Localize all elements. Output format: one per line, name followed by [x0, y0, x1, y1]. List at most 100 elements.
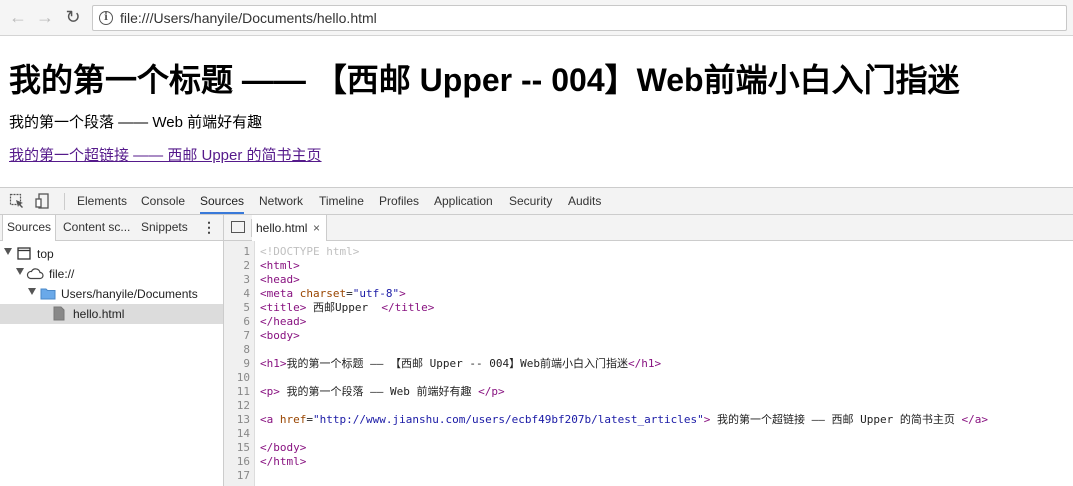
line-number: 16	[236, 455, 250, 468]
code-token: 我的第一个段落 —— Web 前端好有趣	[279, 385, 479, 398]
tree-item-file[interactable]: file://	[0, 264, 223, 284]
line-number: 2	[243, 259, 250, 272]
line-number: 6	[243, 315, 250, 328]
expand-triangle-icon[interactable]	[4, 248, 12, 255]
folder-icon	[40, 288, 56, 300]
tab-application[interactable]: Application	[434, 188, 493, 214]
code-token: </body>	[260, 441, 307, 454]
line-number: 3	[243, 273, 250, 286]
line-number: 17	[236, 469, 250, 482]
tree-item-folder[interactable]: Users/hanyile/Documents	[0, 284, 223, 304]
sources-navigator: Sources Content sc... Snippets ⋮ top fil…	[0, 215, 224, 486]
page-link[interactable]: 我的第一个超链接 —— 西邮 Upper 的简书主页	[9, 144, 322, 165]
code-line-16[interactable]: </html>	[260, 455, 306, 469]
devtools-tabbar: Elements Console Sources Network Timelin…	[0, 188, 1073, 215]
code-token: =	[306, 413, 313, 426]
tree-item-top[interactable]: top	[0, 244, 223, 264]
more-options-icon[interactable]: ⋮	[202, 219, 216, 237]
code-token: </title>	[381, 301, 435, 314]
browser-toolbar: ← → ↻ i file:///Users/hanyile/Documents/…	[0, 0, 1073, 36]
code-token: <h1>	[260, 357, 287, 370]
line-number: 10	[236, 371, 250, 384]
code-token: <html>	[260, 259, 300, 272]
cloud-icon	[26, 268, 44, 280]
code-token: <head>	[260, 273, 300, 286]
code-token: </p>	[478, 385, 505, 398]
url-text[interactable]: file:///Users/hanyile/Documents/hello.ht…	[120, 10, 377, 26]
code-token: "utf-8"	[352, 287, 400, 300]
editor-file-tab[interactable]: hello.html ×	[252, 215, 327, 241]
code-token: 西邮Upper	[306, 301, 382, 314]
tab-security[interactable]: Security	[509, 188, 552, 214]
code-token: </html>	[260, 455, 307, 468]
editor-file-tab-label: hello.html	[256, 221, 308, 235]
navigator-tabbar: Sources Content sc... Snippets ⋮	[0, 215, 223, 241]
code-line-5[interactable]: <title> 西邮Upper </title>	[260, 301, 434, 315]
tree-label-file: file://	[49, 267, 75, 281]
code-token: <p>	[260, 385, 280, 398]
device-toolbar-icon[interactable]	[35, 193, 51, 209]
tree-label-folder: Users/hanyile/Documents	[61, 287, 198, 301]
code-token: </a>	[961, 413, 988, 426]
frame-icon	[17, 247, 31, 260]
editor-tabbar: hello.html ×	[224, 215, 1073, 241]
info-icon[interactable]: i	[99, 11, 113, 25]
address-bar[interactable]: i file:///Users/hanyile/Documents/hello.…	[92, 5, 1067, 31]
code-token: charset	[293, 287, 347, 300]
code-line-6[interactable]: </head>	[260, 315, 306, 329]
code-line-3[interactable]: <head>	[260, 273, 300, 287]
inspect-icon[interactable]	[9, 193, 25, 209]
file-icon	[53, 306, 65, 321]
line-number: 1	[243, 245, 250, 258]
code-token: <!DOCTYPE html>	[260, 245, 360, 258]
tab-audits[interactable]: Audits	[568, 188, 601, 214]
navigator-tab-content-scripts[interactable]: Content sc...	[59, 215, 134, 240]
close-tab-icon[interactable]: ×	[313, 215, 320, 241]
navigator-tab-sources[interactable]: Sources	[2, 215, 57, 241]
tab-profiles[interactable]: Profiles	[379, 188, 419, 214]
line-number: 8	[243, 343, 250, 356]
code-token: 我的第一个超链接 —— 西邮 Upper 的简书主页	[710, 413, 962, 426]
forward-icon[interactable]: →	[34, 6, 56, 28]
code-line-1[interactable]: <!DOCTYPE html>	[260, 245, 359, 259]
code-line-7[interactable]: <body>	[260, 329, 300, 343]
tab-sources[interactable]: Sources	[200, 188, 245, 214]
code-token: </h1>	[627, 357, 662, 370]
expand-triangle-icon[interactable]	[28, 288, 36, 295]
code-token: </head>	[260, 315, 307, 328]
code-line-13[interactable]: <a href="http://www.jianshu.com/users/ec…	[260, 413, 988, 427]
line-number: 14	[236, 427, 250, 440]
code-line-15[interactable]: </body>	[260, 441, 306, 455]
code-line-2[interactable]: <html>	[260, 259, 300, 273]
code-token: 我的第一个标题 —— 【西邮 Upper -- 004】Web前端小白入门指迷	[286, 357, 628, 370]
expand-triangle-icon[interactable]	[16, 268, 24, 275]
tree-label-hello-html: hello.html	[73, 307, 125, 321]
line-number: 7	[243, 329, 250, 342]
code-token: "http://www.jianshu.com/users/ecbf49bf20…	[313, 413, 704, 426]
toggle-navigator-icon[interactable]	[231, 221, 245, 233]
tab-elements[interactable]: Elements	[77, 188, 127, 214]
line-number: 13	[236, 413, 250, 426]
page-paragraph: 我的第一个段落 —— Web 前端好有趣	[9, 114, 263, 131]
code-token: <title>	[260, 301, 307, 314]
tab-console[interactable]: Console	[141, 188, 185, 214]
line-number: 9	[243, 357, 250, 370]
tab-timeline[interactable]: Timeline	[319, 188, 364, 214]
code-token: >	[399, 287, 406, 300]
back-icon[interactable]: ←	[7, 6, 29, 28]
line-number: 15	[236, 441, 250, 454]
devtools-panel: Elements Console Sources Network Timelin…	[0, 187, 1073, 486]
line-number: 11	[236, 385, 250, 398]
code-line-11[interactable]: <p> 我的第一个段落 —— Web 前端好有趣 </p>	[260, 385, 505, 399]
code-line-4[interactable]: <meta charset="utf-8">	[260, 287, 406, 301]
line-number: 4	[243, 287, 250, 300]
code-line-9[interactable]: <h1>我的第一个标题 —— 【西邮 Upper -- 004】Web前端小白入…	[260, 357, 661, 371]
navigator-tab-snippets[interactable]: Snippets	[137, 215, 192, 240]
code-token: <body>	[260, 329, 300, 342]
code-token: <a	[260, 413, 274, 426]
tree-item-hello-html[interactable]: hello.html	[0, 304, 223, 324]
tree-label-top: top	[37, 247, 54, 261]
tab-network[interactable]: Network	[259, 188, 303, 214]
reload-icon[interactable]: ↻	[62, 6, 84, 28]
page-content: 我的第一个标题 —— 【西邮 Upper -- 004】Web前端小白入门指迷 …	[0, 37, 1073, 187]
